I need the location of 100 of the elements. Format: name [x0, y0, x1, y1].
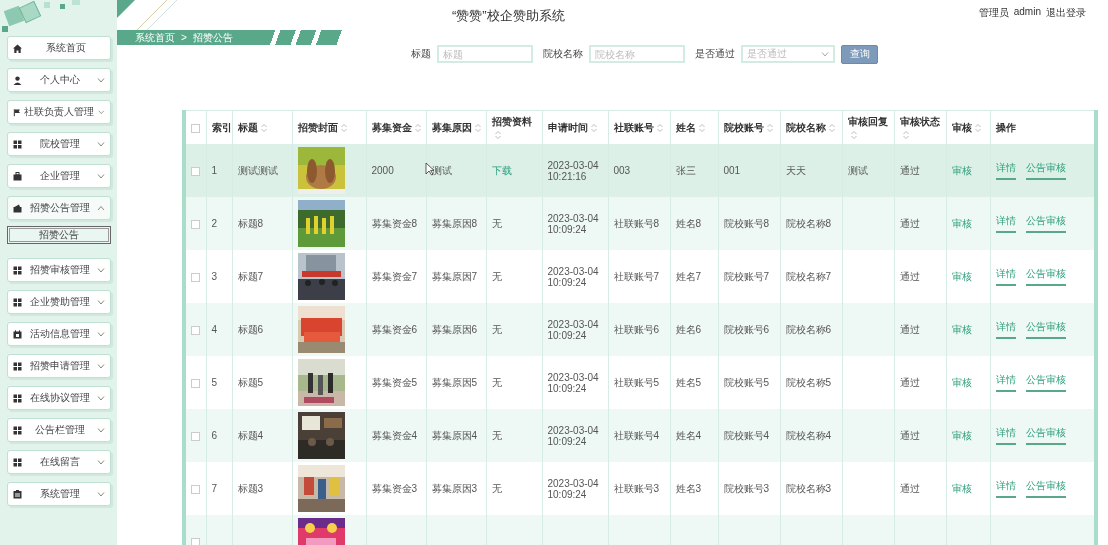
column-header[interactable]: 姓名 [670, 110, 718, 144]
table-cell: 院校账号4 [723, 429, 770, 441]
table-cell: 无 [491, 429, 502, 441]
sort-icon [902, 131, 909, 140]
sidebar-item[interactable]: 活动信息管理 [7, 322, 111, 346]
table-cell: 院校名称5 [785, 376, 832, 388]
table-cell: 2023-03-04 10:09:24 [547, 371, 599, 394]
table-cell: 001 [723, 165, 741, 176]
sidebar-item[interactable]: 院校管理 [7, 132, 111, 156]
action-link[interactable]: 详情 [995, 267, 1016, 286]
sidebar-item[interactable]: 企业管理 [7, 164, 111, 188]
briefcase-icon [13, 171, 22, 181]
table-cell: 院校名称8 [785, 217, 832, 229]
table-cell: 社联账号7 [613, 270, 660, 282]
table-cell: 社联账号3 [613, 482, 660, 494]
table-cell: 通过 [899, 376, 920, 388]
select-all-checkbox[interactable] [191, 123, 200, 133]
table-cell: 2023-03-04 10:09:24 [547, 212, 599, 235]
column-header[interactable]: 院校名称 [780, 110, 842, 144]
sidebar-item[interactable]: 招赞公告管理 [7, 196, 111, 220]
grid-icon [13, 425, 22, 435]
sidebar-item[interactable]: 系统首页 [7, 36, 111, 60]
table-cell: 无 [491, 482, 502, 494]
grid-icon [13, 361, 22, 371]
row-checkbox[interactable] [191, 537, 200, 545]
sidebar-item[interactable]: 社联负责人管理 [7, 100, 111, 124]
table-cell: 院校账号3 [723, 482, 770, 494]
row-checkbox[interactable] [191, 431, 200, 441]
table-cell: 院校账号8 [723, 217, 770, 229]
action-link[interactable]: 公告审核 [1025, 373, 1066, 392]
grid-icon [13, 393, 22, 403]
sort-icon [474, 123, 481, 132]
table-cell: 2 [211, 218, 218, 229]
action-link[interactable]: 详情 [995, 479, 1016, 498]
table-cell: 院校账号6 [723, 323, 770, 335]
table-cell: 募集资金5 [371, 376, 418, 388]
search-field[interactable]: 标题 [437, 45, 533, 63]
column-header[interactable]: 申请时间 [542, 110, 608, 144]
table-cell: 姓名4 [675, 429, 702, 441]
column-header[interactable]: 审核回复 [842, 110, 894, 144]
column-header[interactable]: 标题 [232, 110, 292, 144]
row-checkbox[interactable] [191, 484, 200, 494]
action-link[interactable]: 公告审核 [1025, 479, 1066, 498]
sidebar-item[interactable]: 公告栏管理 [7, 418, 111, 442]
sort-icon [494, 131, 501, 140]
action-link[interactable]: 公告审核 [1025, 267, 1066, 286]
sidebar-item[interactable]: 系统管理 [7, 482, 111, 506]
sidebar-item[interactable]: 企业赞助管理 [7, 290, 111, 314]
row-checkbox[interactable] [191, 219, 200, 229]
sort-icon [340, 123, 347, 132]
sidebar-item[interactable]: 招赞审核管理 [7, 258, 111, 282]
table-cell: 社联账号8 [613, 217, 660, 229]
audit-link[interactable]: 审核 [951, 482, 972, 494]
row-checkbox[interactable] [191, 378, 200, 388]
table-cell: 标题4 [237, 429, 264, 441]
column-header[interactable]: 募集资金 [366, 110, 426, 144]
row-checkbox[interactable] [191, 166, 200, 176]
calendar-icon [13, 329, 22, 339]
column-header[interactable]: 审核状态 [894, 110, 946, 144]
column-header[interactable]: 招赞资料 [486, 110, 542, 144]
column-header[interactable]: 招赞封面 [292, 110, 366, 144]
table-cell: 募集资金8 [371, 217, 418, 229]
table-cell: 通过 [899, 164, 920, 176]
logout-link[interactable]: 退出登录 [1046, 6, 1086, 20]
table-cell: 通过 [899, 482, 920, 494]
table-cell: 募集资金4 [371, 429, 418, 441]
sidebar-item[interactable]: 招赞申请管理 [7, 354, 111, 378]
page-title: “赞赞”校企赞助系统 [452, 7, 565, 25]
table-cell: 通过 [899, 217, 920, 229]
sidebar-item[interactable]: 在线协议管理 [7, 386, 111, 410]
sort-icon [698, 123, 705, 132]
table-cell: 姓名8 [675, 217, 702, 229]
row-checkbox[interactable] [191, 325, 200, 335]
user-icon [13, 75, 22, 85]
table-cell: 4 [211, 324, 218, 335]
column-header[interactable]: 院校账号 [718, 110, 780, 144]
table-cell: 姓名7 [675, 270, 702, 282]
table-cell: 标题5 [237, 376, 264, 388]
sidebar-subitem[interactable]: 招赞公告 [7, 226, 111, 244]
column-header[interactable]: 募集原因 [426, 110, 486, 144]
table-cell: 院校账号7 [723, 270, 770, 282]
column-header[interactable]: 审核 [946, 110, 990, 144]
table-cell: 姓名3 [675, 482, 702, 494]
sidebar-item[interactable]: 个人中心 [7, 68, 111, 92]
audit-link[interactable]: 审核 [951, 376, 972, 388]
row-checkbox[interactable] [191, 272, 200, 282]
sidebar-item[interactable]: 在线留言 [7, 450, 111, 474]
table-cell: 标题7 [237, 270, 264, 282]
table-cell: 3 [211, 271, 218, 282]
grid-icon [13, 457, 22, 467]
action-link[interactable]: 详情 [995, 373, 1016, 392]
table-cell: 募集资金6 [371, 323, 418, 335]
column-header[interactable]: 社联账号 [608, 110, 670, 144]
audit-link[interactable]: 审核 [951, 270, 972, 282]
field-label: 标题 [411, 47, 431, 61]
table-cell: 6 [211, 430, 218, 441]
sort-icon [260, 123, 267, 132]
table-cell: 姓名5 [675, 376, 702, 388]
table-cell: 募集资金7 [371, 270, 418, 282]
table-cell: 通过 [899, 323, 920, 335]
